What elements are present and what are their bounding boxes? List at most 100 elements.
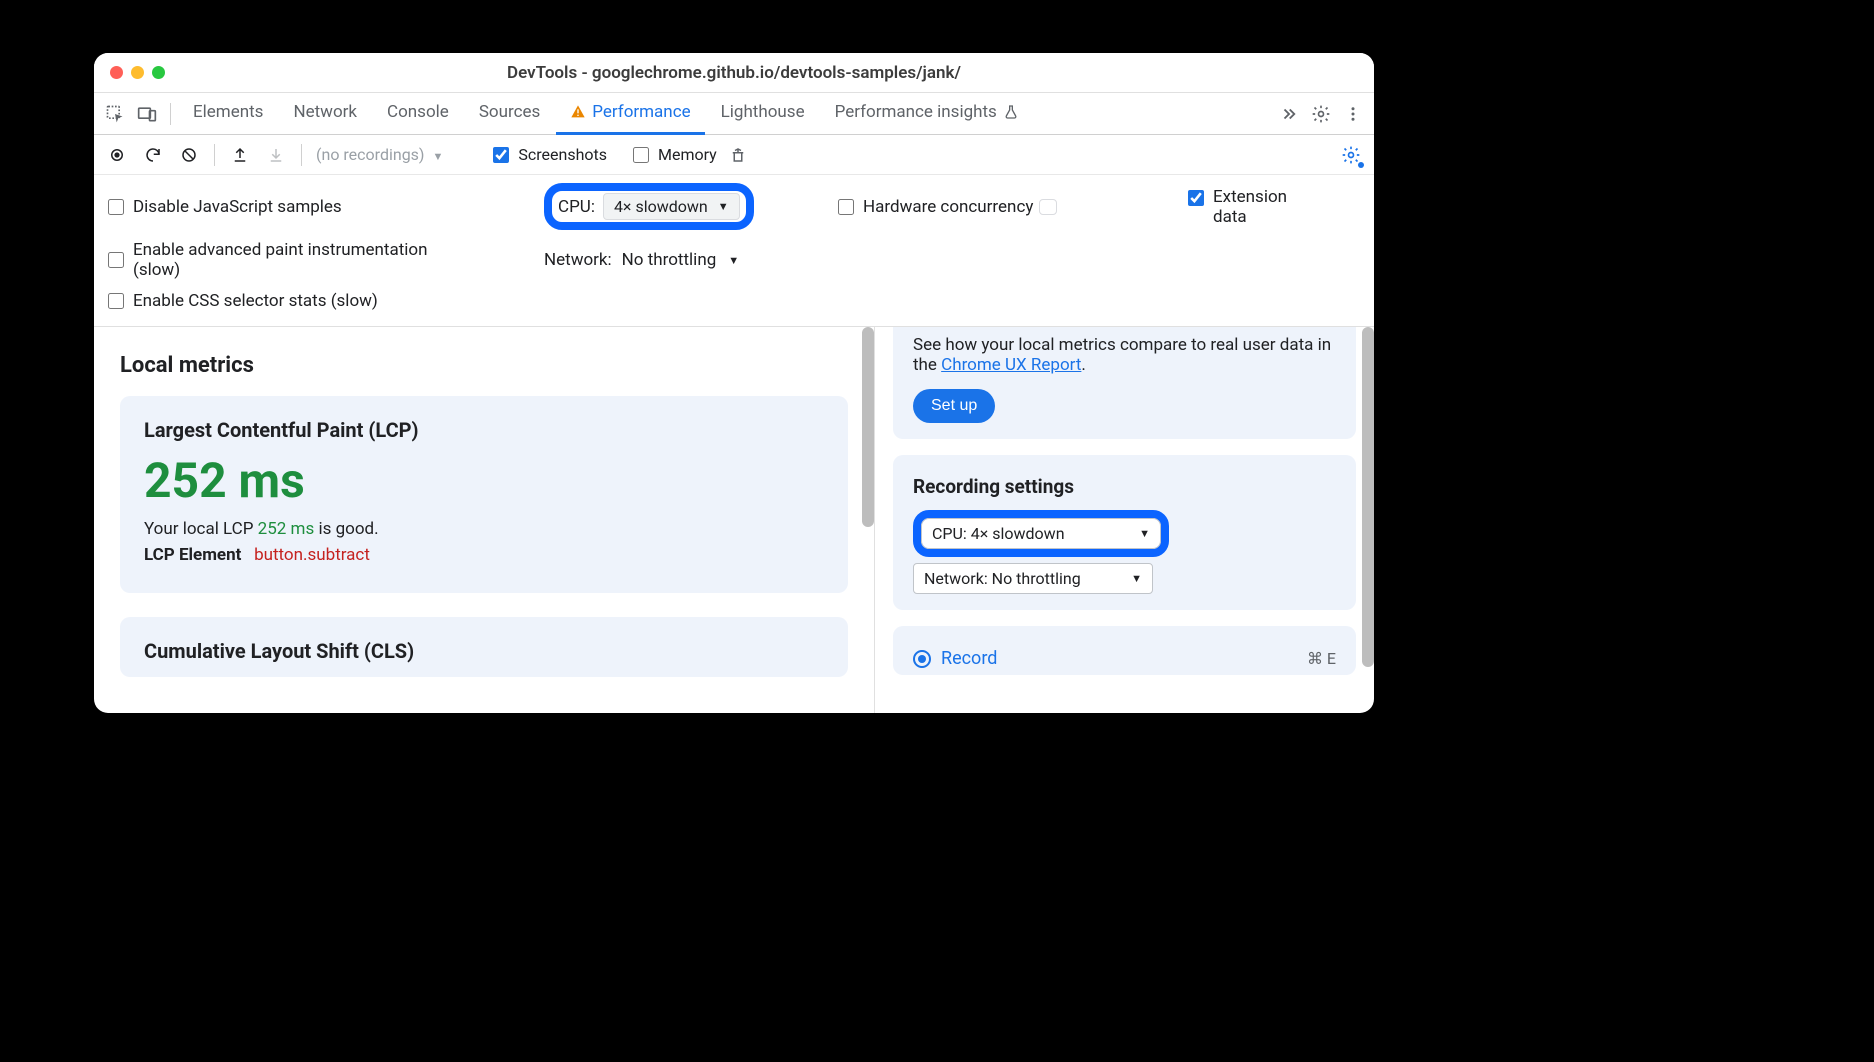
window-title: DevTools - googlechrome.github.io/devtoo… [94, 63, 1374, 83]
tab-label: Performance [592, 102, 690, 122]
tab-network[interactable]: Network [279, 93, 371, 135]
memory-input[interactable] [633, 147, 649, 163]
cpu-throttle-select-right[interactable]: CPU: 4× slowdown ▼ [921, 518, 1161, 549]
field-data-description: See how your local metrics compare to re… [913, 335, 1336, 375]
more-tabs-icon[interactable] [1274, 99, 1304, 129]
disable-js-samples-input[interactable] [108, 199, 124, 215]
recording-settings-heading: Recording settings [913, 475, 1336, 498]
maximize-window-button[interactable] [152, 66, 165, 79]
collect-garbage-icon[interactable] [723, 140, 753, 170]
enable-css-input[interactable] [108, 293, 124, 309]
checkbox-label: Disable JavaScript samples [133, 197, 342, 217]
chrome-ux-report-link[interactable]: Chrome UX Report [941, 355, 1081, 375]
device-toolbar-icon[interactable] [132, 99, 162, 129]
record-radio-icon [913, 650, 931, 668]
extension-data-checkbox[interactable]: Extension data [1184, 187, 1364, 227]
checkbox-label: Enable CSS selector stats (slow) [133, 291, 378, 311]
hardware-concurrency-row[interactable]: Hardware concurrency [834, 196, 1174, 218]
chevron-down-icon: ▼ [432, 150, 443, 163]
lcp-title: Largest Contentful Paint (LCP) [144, 418, 824, 442]
tab-performance-insights[interactable]: Performance insights [821, 93, 1033, 135]
cpu-label: CPU: [558, 197, 595, 217]
checkbox-label: Memory [658, 145, 717, 164]
download-icon[interactable] [261, 140, 291, 170]
reload-record-icon[interactable] [138, 140, 168, 170]
local-metrics-heading: Local metrics [120, 353, 848, 378]
hardware-concurrency-input[interactable] [1039, 199, 1057, 215]
network-throttle-select[interactable]: No throttling ▼ [622, 250, 739, 270]
minimize-window-button[interactable] [131, 66, 144, 79]
tab-label: Console [387, 102, 449, 122]
tab-performance[interactable]: Performance [556, 93, 704, 135]
setup-button[interactable]: Set up [913, 389, 995, 423]
devtools-window: DevTools - googlechrome.github.io/devtoo… [94, 53, 1374, 713]
tab-lighthouse[interactable]: Lighthouse [707, 93, 819, 135]
settings-gear-icon[interactable] [1306, 99, 1336, 129]
recording-settings-card: Recording settings CPU: 4× slowdown ▼ Ne… [893, 455, 1356, 610]
traffic-lights [94, 66, 165, 79]
cls-title: Cumulative Layout Shift (CLS) [144, 639, 824, 663]
scrollbar[interactable] [1362, 327, 1374, 667]
memory-checkbox[interactable]: Memory [629, 144, 717, 166]
hardware-concurrency-checkbox[interactable] [838, 199, 854, 215]
right-pane[interactable]: See how your local metrics compare to re… [874, 327, 1374, 713]
lcp-element-value[interactable]: button.subtract [254, 545, 370, 565]
screenshots-input[interactable] [493, 147, 509, 163]
panel-tabs: Elements Network Console Sources Perform… [94, 93, 1374, 135]
record-row[interactable]: Record ⌘ E [913, 648, 1336, 669]
text: . [1081, 355, 1085, 375]
tab-console[interactable]: Console [373, 93, 463, 135]
extension-data-input[interactable] [1188, 190, 1204, 206]
chevron-down-icon: ▼ [718, 200, 729, 213]
text: Your local LCP [144, 519, 258, 539]
highlight-cpu-throttle: CPU: 4× slowdown ▼ [544, 183, 754, 230]
lcp-element-row: LCP Element button.subtract [144, 545, 824, 565]
recordings-label: (no recordings) [316, 145, 425, 164]
lcp-description: Your local LCP 252 ms is good. [144, 519, 824, 539]
checkbox-label: Hardware concurrency [863, 197, 1033, 217]
checkbox-label: Enable advanced paint instrumentation (s… [133, 240, 473, 280]
capture-settings-gear-icon[interactable] [1336, 140, 1366, 170]
main-split: Local metrics Largest Contentful Paint (… [94, 327, 1374, 713]
tab-sources[interactable]: Sources [465, 93, 554, 135]
tab-label: Lighthouse [721, 102, 805, 122]
tab-label: Sources [479, 102, 540, 122]
lcp-inline-value: 252 ms [258, 519, 315, 539]
cpu-throttle-row: CPU: 4× slowdown ▼ [544, 183, 824, 230]
chevron-down-icon: ▼ [1131, 572, 1142, 585]
cpu-throttle-select[interactable]: 4× slowdown ▼ [603, 193, 740, 220]
select-value: Network: No throttling [924, 569, 1081, 588]
text: is good. [314, 519, 378, 539]
upload-icon[interactable] [225, 140, 255, 170]
clear-icon[interactable] [174, 140, 204, 170]
lcp-element-label: LCP Element [144, 545, 241, 565]
record-icon[interactable] [102, 140, 132, 170]
disable-js-samples-checkbox[interactable]: Disable JavaScript samples [104, 196, 534, 218]
highlight-cpu-throttle-right: CPU: 4× slowdown ▼ [913, 510, 1169, 557]
close-window-button[interactable] [110, 66, 123, 79]
flask-icon [1003, 104, 1019, 120]
record-label: Record [941, 648, 997, 669]
separator [301, 144, 302, 166]
recordings-dropdown[interactable]: (no recordings) ▼ [312, 145, 447, 164]
record-shortcut: ⌘ E [1307, 649, 1336, 668]
network-throttle-row: Network: No throttling ▼ [544, 250, 824, 270]
screenshots-checkbox[interactable]: Screenshots [489, 144, 607, 166]
network-label: Network: [544, 250, 612, 270]
separator [214, 144, 215, 166]
scrollbar[interactable] [862, 327, 874, 527]
select-value: 4× slowdown [614, 197, 708, 216]
enable-paint-input[interactable] [108, 252, 124, 268]
tab-elements[interactable]: Elements [179, 93, 277, 135]
enable-css-checkbox[interactable]: Enable CSS selector stats (slow) [104, 290, 534, 312]
local-metrics-pane[interactable]: Local metrics Largest Contentful Paint (… [94, 327, 874, 713]
lcp-value: 252 ms [144, 452, 824, 509]
capture-settings-panel: Disable JavaScript samples CPU: 4× slowd… [94, 175, 1374, 327]
checkbox-label: Extension data [1213, 187, 1303, 227]
inspect-element-icon[interactable] [100, 99, 130, 129]
field-data-card: See how your local metrics compare to re… [893, 327, 1356, 439]
kebab-menu-icon[interactable] [1338, 99, 1368, 129]
network-throttle-select-right[interactable]: Network: No throttling ▼ [913, 563, 1153, 594]
enable-paint-checkbox[interactable]: Enable advanced paint instrumentation (s… [104, 240, 534, 280]
lcp-card: Largest Contentful Paint (LCP) 252 ms Yo… [120, 396, 848, 593]
